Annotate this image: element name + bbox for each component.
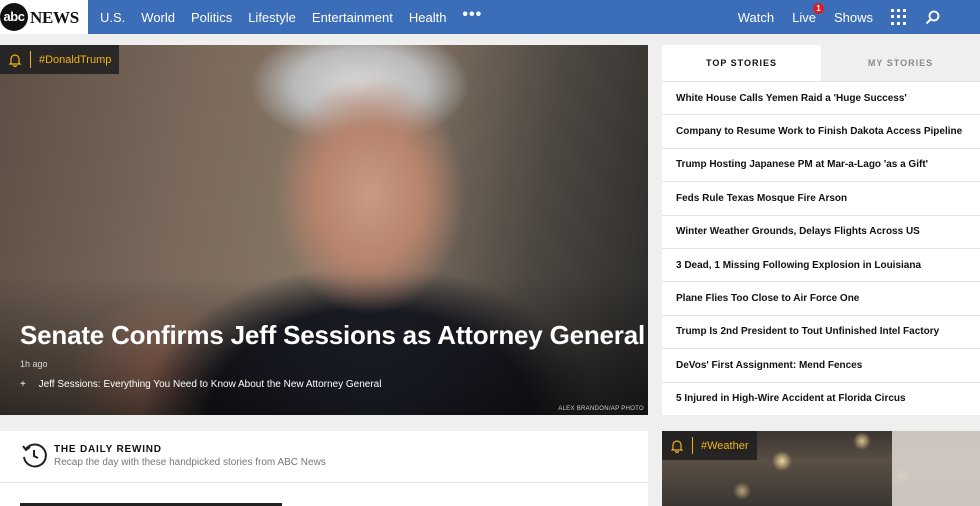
bell-icon[interactable] — [670, 439, 684, 453]
shows-link[interactable]: Shows — [834, 10, 873, 25]
photo-credit: ALEX BRANDON/AP PHOTO — [558, 406, 644, 412]
story-link[interactable]: 5 Injured in High-Wire Accident at Flori… — [662, 381, 980, 415]
hero-tag-label: #DonaldTrump — [39, 53, 112, 66]
watch-link[interactable]: Watch — [738, 10, 774, 25]
weather-story[interactable]: #Weather — [662, 431, 980, 506]
rewind-clock-icon — [22, 443, 47, 468]
weather-topic-tag[interactable]: #Weather — [662, 431, 757, 460]
weather-photo-building — [892, 431, 980, 506]
plus-icon: + — [20, 379, 26, 390]
bell-icon[interactable] — [8, 53, 22, 67]
hero-timestamp: 1h ago — [20, 359, 48, 369]
story-link[interactable]: Company to Resume Work to Finish Dakota … — [662, 114, 980, 147]
rewind-divider — [0, 482, 648, 483]
nav-item-health[interactable]: Health — [409, 10, 447, 25]
story-link[interactable]: Feds Rule Texas Mosque Fire Arson — [662, 181, 980, 214]
hero-related-link[interactable]: + Jeff Sessions: Everything You Need to … — [20, 379, 381, 390]
story-link[interactable]: 3 Dead, 1 Missing Following Explosion in… — [662, 247, 980, 281]
live-count-badge: 1 — [812, 2, 824, 14]
hero-related-text: Jeff Sessions: Everything You Need to Kn… — [38, 379, 382, 390]
apps-grid-icon[interactable] — [891, 9, 907, 25]
tab-top-stories[interactable]: TOP STORIES — [662, 45, 821, 81]
section-menu: U.S. World Politics Lifestyle Entertainm… — [100, 0, 498, 34]
abc-news-logo[interactable]: abc NEWS — [0, 0, 88, 34]
story-link[interactable]: Trump Is 2nd President to Tout Unfinishe… — [662, 314, 980, 348]
hero-topic-tag[interactable]: #DonaldTrump — [0, 45, 120, 74]
nav-item-entertainment[interactable]: Entertainment — [312, 10, 393, 25]
story-link[interactable]: Plane Flies Too Close to Air Force One — [662, 281, 980, 314]
abc-logo-badge: abc — [0, 3, 28, 31]
stories-tabs: TOP STORIES MY STORIES — [662, 45, 980, 81]
nav-right-tools: Watch Live 1 Shows — [738, 0, 980, 34]
weather-tag-label: #Weather — [701, 439, 749, 452]
search-icon[interactable] — [925, 10, 940, 25]
story-link[interactable]: Winter Weather Grounds, Delays Flights A… — [662, 214, 980, 248]
story-link[interactable]: DeVos' First Assignment: Mend Fences — [662, 348, 980, 381]
live-link[interactable]: Live 1 — [792, 2, 824, 25]
story-link[interactable]: Trump Hosting Japanese PM at Mar-a-Lago … — [662, 147, 980, 181]
nav-item-politics[interactable]: Politics — [191, 10, 232, 25]
nav-item-us[interactable]: U.S. — [100, 10, 125, 25]
daily-rewind-module: THE DAILY REWIND Recap the day with thes… — [0, 431, 648, 506]
story-link[interactable]: White House Calls Yemen Raid a 'Huge Suc… — [662, 81, 980, 114]
tag-divider — [692, 437, 693, 454]
rewind-title: THE DAILY REWIND — [54, 444, 162, 455]
news-wordmark: NEWS — [30, 8, 79, 27]
live-label: Live — [792, 9, 816, 25]
tab-my-stories[interactable]: MY STORIES — [821, 45, 980, 81]
hero-story[interactable]: #DonaldTrump Senate Confirms Jeff Sessio… — [0, 45, 648, 415]
stories-panel: TOP STORIES MY STORIES White House Calls… — [662, 45, 980, 415]
hero-headline[interactable]: Senate Confirms Jeff Sessions as Attorne… — [20, 320, 645, 351]
top-nav: abc NEWS U.S. World Politics Lifestyle E… — [0, 0, 980, 34]
nav-item-lifestyle[interactable]: Lifestyle — [248, 10, 296, 25]
rewind-subtitle: Recap the day with these handpicked stor… — [54, 457, 326, 468]
tag-divider — [30, 51, 31, 68]
nav-item-world[interactable]: World — [141, 10, 175, 25]
more-menu-icon[interactable]: ••• — [462, 6, 482, 24]
